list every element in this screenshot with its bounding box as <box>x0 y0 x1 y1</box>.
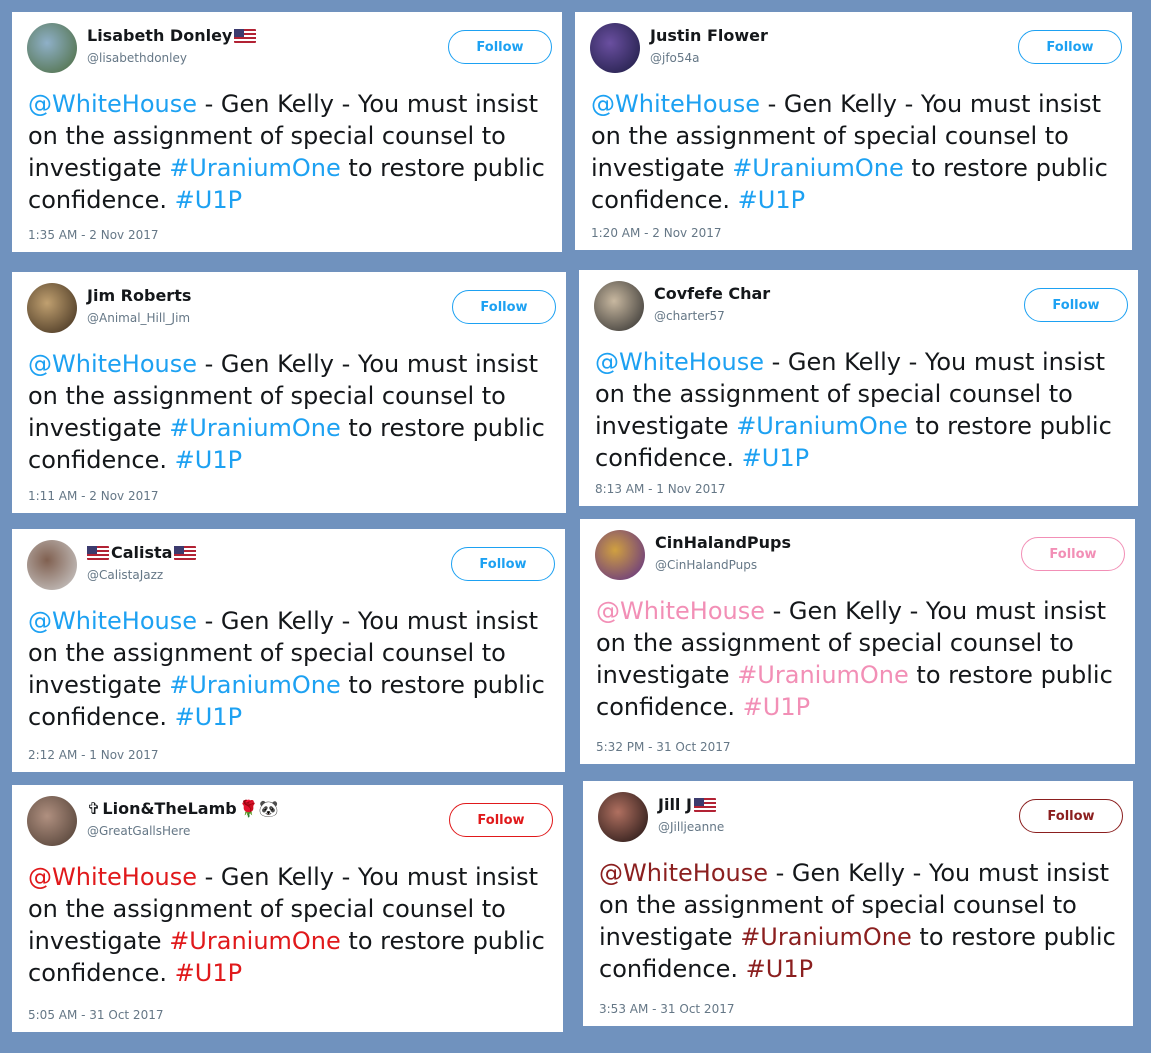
display-name[interactable]: Lisabeth Donley <box>87 26 257 45</box>
tweet-card: Jill J @Jilljeanne Follow @WhiteHouse - Gen… <box>583 781 1133 1026</box>
display-name-text: Calista <box>111 543 173 562</box>
tweet-card: Justin Flower @jfo54a Follow @WhiteHouse - … <box>575 12 1132 250</box>
timestamp[interactable]: 2:12 AM - 1 Nov 2017 <box>28 748 159 762</box>
tweet-text: @WhiteHouse - Gen Kelly - You must insis… <box>28 348 558 476</box>
hashtag-link[interactable]: #U1P <box>175 703 242 731</box>
tweet-card: ✞ Lion&TheLamb 🌹🐼 @GreatGallsHere Follow @Whi… <box>12 785 563 1032</box>
timestamp[interactable]: 8:13 AM - 1 Nov 2017 <box>595 482 726 496</box>
avatar[interactable] <box>27 540 77 590</box>
tweet-text: @WhiteHouse - Gen Kelly - You must insis… <box>28 605 558 733</box>
hashtag-link[interactable]: #UraniumOne <box>736 412 908 440</box>
hashtag-link[interactable]: #U1P <box>175 446 242 474</box>
follow-button[interactable]: Follow <box>451 547 555 581</box>
display-name[interactable]: CinHalandPups <box>655 533 791 552</box>
hashtag-link[interactable]: #UraniumOne <box>169 927 341 955</box>
avatar[interactable] <box>27 283 77 333</box>
avatar[interactable] <box>27 796 77 846</box>
display-name-text: Lion&TheLamb <box>102 799 237 818</box>
hashtag-link[interactable]: #U1P <box>743 693 810 721</box>
follow-button[interactable]: Follow <box>1021 537 1125 571</box>
hashtag-link[interactable]: #U1P <box>738 186 805 214</box>
mention-link[interactable]: @WhiteHouse <box>28 350 197 378</box>
follow-button[interactable]: Follow <box>449 803 553 837</box>
follow-button[interactable]: Follow <box>452 290 556 324</box>
cross-icon: ✞ <box>87 799 101 818</box>
hashtag-link[interactable]: #UraniumOne <box>737 661 909 689</box>
display-name-text: Jim Roberts <box>87 286 192 305</box>
hashtag-link[interactable]: #U1P <box>742 444 809 472</box>
tweet-text: @WhiteHouse - Gen Kelly - You must insis… <box>595 346 1125 474</box>
timestamp[interactable]: 3:53 AM - 31 Oct 2017 <box>599 1002 734 1016</box>
display-name[interactable]: Justin Flower <box>650 26 768 45</box>
us-flag-icon <box>174 545 197 560</box>
hashtag-link[interactable]: #U1P <box>175 186 242 214</box>
timestamp[interactable]: 5:05 AM - 31 Oct 2017 <box>28 1008 163 1022</box>
mention-link[interactable]: @WhiteHouse <box>599 859 768 887</box>
tweet-card: Lisabeth Donley @lisabethdonley Follow @Whi… <box>12 12 562 252</box>
user-handle[interactable]: @lisabethdonley <box>87 51 187 65</box>
mention-link[interactable]: @WhiteHouse <box>28 90 197 118</box>
tweet-text: @WhiteHouse - Gen Kelly - You must insis… <box>599 857 1129 985</box>
display-name[interactable]: Covfefe Char <box>654 284 770 303</box>
mention-link[interactable]: @WhiteHouse <box>591 90 760 118</box>
display-name[interactable]: Calista <box>87 543 197 562</box>
mention-link[interactable]: @WhiteHouse <box>596 597 765 625</box>
us-flag-icon <box>693 797 716 812</box>
user-handle[interactable]: @Animal_Hill_Jim <box>87 311 190 325</box>
user-handle[interactable]: @jfo54a <box>650 51 700 65</box>
timestamp[interactable]: 5:32 PM - 31 Oct 2017 <box>596 740 731 754</box>
tweet-card: Calista @CalistaJazz Follow @WhiteHouse - G… <box>12 529 565 772</box>
tweet-text: @WhiteHouse - Gen Kelly - You must insis… <box>596 595 1126 723</box>
tweet-text: @WhiteHouse - Gen Kelly - You must insis… <box>28 88 558 216</box>
hashtag-link[interactable]: #UraniumOne <box>169 154 341 182</box>
hashtag-link[interactable]: #U1P <box>746 955 813 983</box>
display-name-text: Lisabeth Donley <box>87 26 233 45</box>
avatar[interactable] <box>594 281 644 331</box>
us-flag-icon <box>234 28 257 43</box>
tweet-text: @WhiteHouse - Gen Kelly - You must insis… <box>591 88 1121 216</box>
avatar[interactable] <box>598 792 648 842</box>
follow-button[interactable]: Follow <box>1018 30 1122 64</box>
user-handle[interactable]: @GreatGallsHere <box>87 824 190 838</box>
mention-link[interactable]: @WhiteHouse <box>28 863 197 891</box>
tweet-card: Jim Roberts @Animal_Hill_Jim Follow @WhiteH… <box>12 272 566 513</box>
timestamp[interactable]: 1:35 AM - 2 Nov 2017 <box>28 228 159 242</box>
us-flag-icon <box>87 545 109 560</box>
mention-link[interactable]: @WhiteHouse <box>595 348 764 376</box>
rose-panda-icon: 🌹🐼 <box>238 799 279 818</box>
display-name-text: Jill J <box>658 795 692 814</box>
tweet-card: CinHalandPups @CinHalandPups Follow @WhiteH… <box>580 519 1135 764</box>
hashtag-link[interactable]: #UraniumOne <box>169 414 341 442</box>
avatar[interactable] <box>595 530 645 580</box>
avatar[interactable] <box>27 23 77 73</box>
display-name-text: CinHalandPups <box>655 533 792 552</box>
avatar[interactable] <box>590 23 640 73</box>
display-name-text: Justin Flower <box>650 26 768 45</box>
user-handle[interactable]: @CalistaJazz <box>87 568 163 582</box>
tweet-text: @WhiteHouse - Gen Kelly - You must insis… <box>28 861 558 989</box>
follow-button[interactable]: Follow <box>1024 288 1128 322</box>
follow-button[interactable]: Follow <box>1019 799 1123 833</box>
timestamp[interactable]: 1:11 AM - 2 Nov 2017 <box>28 489 159 503</box>
mention-link[interactable]: @WhiteHouse <box>28 607 197 635</box>
display-name[interactable]: Jill J <box>658 795 716 814</box>
hashtag-link[interactable]: #U1P <box>175 959 242 987</box>
display-name-text: Covfefe Char <box>654 284 771 303</box>
user-handle[interactable]: @CinHalandPups <box>655 558 757 572</box>
hashtag-link[interactable]: #UraniumOne <box>740 923 912 951</box>
follow-button[interactable]: Follow <box>448 30 552 64</box>
tweet-card: Covfefe Char @charter57 Follow @WhiteHouse … <box>579 270 1138 506</box>
hashtag-link[interactable]: #UraniumOne <box>732 154 904 182</box>
user-handle[interactable]: @charter57 <box>654 309 725 323</box>
timestamp[interactable]: 1:20 AM - 2 Nov 2017 <box>591 226 722 240</box>
display-name[interactable]: Jim Roberts <box>87 286 191 305</box>
user-handle[interactable]: @Jilljeanne <box>658 820 724 834</box>
hashtag-link[interactable]: #UraniumOne <box>169 671 341 699</box>
display-name[interactable]: ✞ Lion&TheLamb 🌹🐼 <box>87 799 279 818</box>
